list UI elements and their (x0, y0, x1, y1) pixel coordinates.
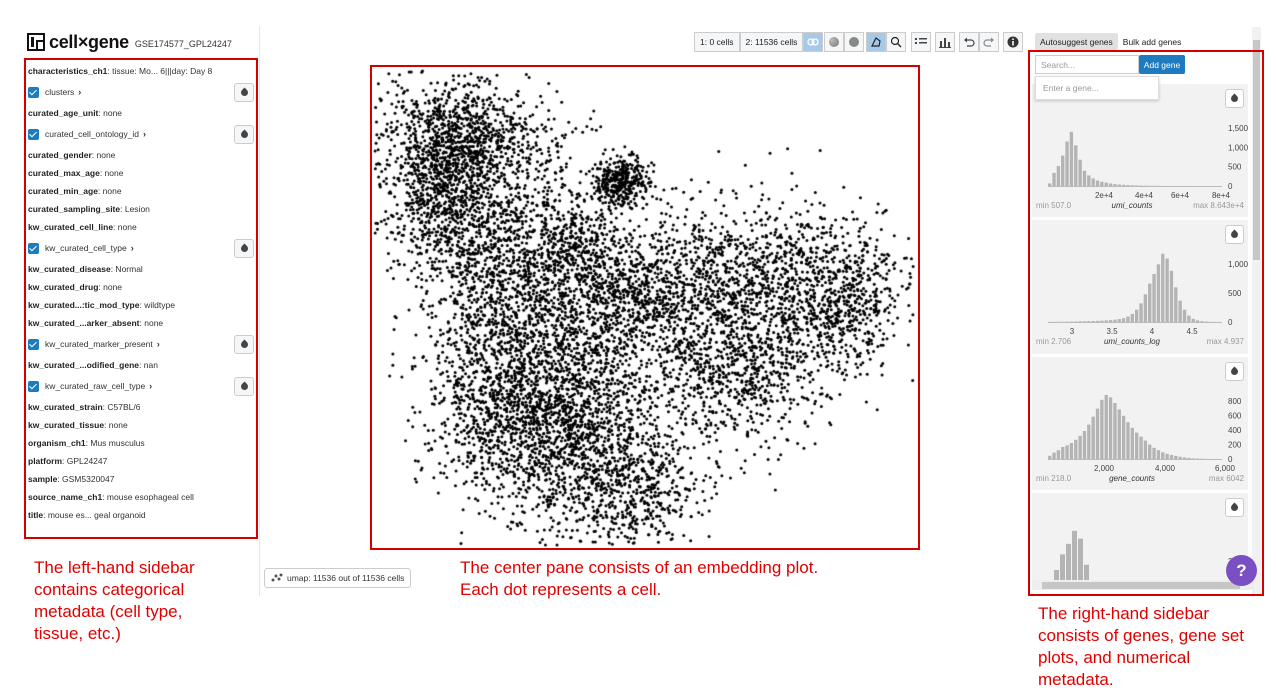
diffexp-icon (807, 38, 820, 46)
categories-list-button[interactable] (911, 32, 931, 52)
info-icon (1007, 36, 1019, 48)
dataset-name: GSE174577_GPL24247 (134, 38, 232, 49)
diffexp-button[interactable] (803, 32, 824, 52)
histogram-brush-button[interactable] (935, 32, 955, 52)
cell-set-1-button[interactable]: 1: 0 cells (694, 32, 740, 52)
embedding-highlight (370, 65, 920, 550)
left-divider (259, 26, 260, 596)
app-logo: cell×gene GSE174577_GPL24247 (27, 32, 232, 52)
cell-selection-toolbar: 1: 0 cells 2: 11536 cells (694, 32, 824, 52)
mode-toolbar (866, 32, 906, 52)
undo-button[interactable] (959, 32, 979, 52)
info-button[interactable] (1003, 32, 1023, 52)
list-icon (915, 38, 927, 44)
lasso-icon (871, 37, 881, 47)
info-toolbar (1003, 32, 1023, 52)
subset-button[interactable] (824, 32, 844, 52)
tab-autosuggest-genes[interactable]: Autosuggest genes (1035, 33, 1118, 50)
zoom-icon (890, 36, 902, 48)
embedding-scatter-icon (271, 573, 283, 582)
gene-tabs: Autosuggest genes Bulk add genes (1035, 33, 1186, 50)
embedding-status-label: umap: 11536 out of 11536 cells (287, 573, 405, 583)
right-sidebar-highlight (1028, 50, 1264, 596)
redo-button[interactable] (979, 32, 999, 52)
history-toolbar (959, 32, 999, 52)
embedding-selector-button[interactable]: umap: 11536 out of 11536 cells (264, 568, 412, 588)
subset-icon (829, 37, 839, 47)
tab-bulk-add-genes[interactable]: Bulk add genes (1118, 33, 1187, 50)
reset-subset-icon (849, 37, 859, 47)
cellxgene-logo-icon (27, 33, 45, 51)
undo-icon (964, 37, 975, 47)
reset-subset-button[interactable] (844, 32, 864, 52)
lasso-button[interactable] (866, 32, 886, 52)
brand-name: cell×gene (49, 31, 129, 52)
histogram-toolbar (935, 32, 955, 52)
view-toolbar (911, 32, 931, 52)
cell-set-2-button[interactable]: 2: 11536 cells (739, 32, 804, 52)
annotation-left-sidebar: The left-hand sidebar contains categoric… (34, 558, 195, 643)
left-sidebar-highlight (24, 58, 258, 539)
annotation-right-sidebar: The right-hand sidebar consists of genes… (1038, 604, 1245, 689)
redo-icon (983, 37, 994, 47)
annotation-center-pane: The center pane consists of an embedding… (460, 558, 819, 599)
zoom-button[interactable] (886, 32, 906, 52)
bar-chart-icon (939, 37, 951, 48)
subset-toolbar (824, 32, 864, 52)
